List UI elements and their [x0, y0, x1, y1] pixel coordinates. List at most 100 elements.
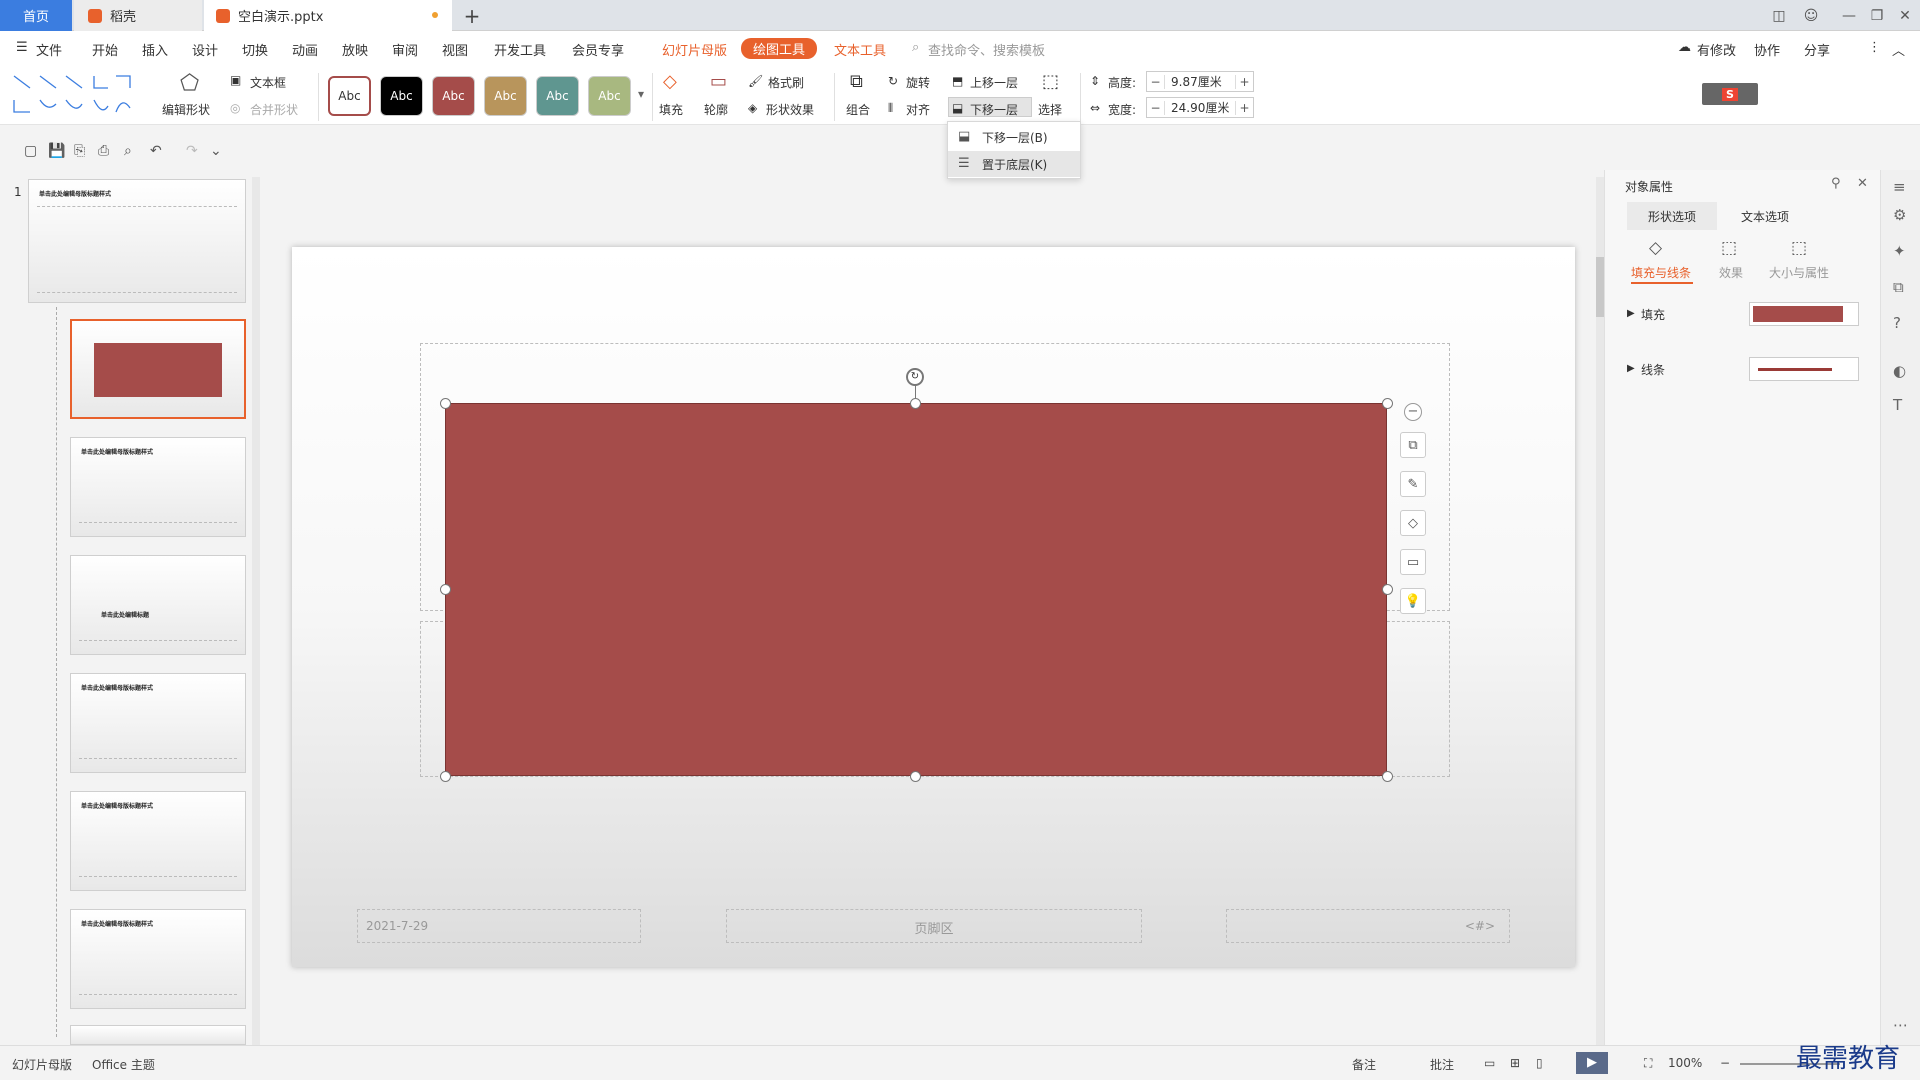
- undo-icon[interactable]: ↶: [150, 143, 162, 159]
- resize-handle[interactable]: [440, 398, 451, 409]
- new-tab-button[interactable]: +: [460, 0, 484, 31]
- reading-view-icon[interactable]: ▯: [1536, 1056, 1543, 1070]
- resize-handle[interactable]: [910, 771, 921, 782]
- layout-thumbnail[interactable]: 单击此处编辑母版标题样式: [70, 437, 246, 537]
- fill-color-picker[interactable]: [1749, 302, 1859, 326]
- canvas-scrollbar[interactable]: [1596, 177, 1604, 1045]
- menu-item-send-backward[interactable]: ⬓ 下移一层(B): [948, 124, 1080, 150]
- resize-handle[interactable]: [1382, 771, 1393, 782]
- select-button[interactable]: 选择: [1038, 101, 1062, 118]
- menu-file[interactable]: 文件: [36, 40, 62, 59]
- layout-thumbnail[interactable]: [70, 1025, 246, 1045]
- help-icon[interactable]: ?: [1893, 314, 1901, 332]
- menu-member[interactable]: 会员专享: [572, 40, 624, 59]
- has-changes-button[interactable]: 有修改: [1697, 40, 1736, 59]
- customize-qat-icon[interactable]: ⌄: [210, 143, 222, 159]
- layout-thumbnail[interactable]: 单击此处编辑标题: [70, 555, 246, 655]
- layout-thumbnail[interactable]: 单击此处编辑母版标题样式: [70, 909, 246, 1009]
- menu-insert[interactable]: 插入: [142, 40, 168, 59]
- tab-daoke[interactable]: 稻壳: [74, 0, 202, 31]
- tab-shape-options[interactable]: 形状选项: [1627, 202, 1717, 230]
- restore-button[interactable]: ❐: [1862, 0, 1892, 31]
- shape-style-teal[interactable]: Abc: [536, 76, 579, 116]
- menu-review[interactable]: 审阅: [392, 40, 418, 59]
- width-decrement-button[interactable]: −: [1147, 100, 1165, 115]
- zoom-level[interactable]: 100%: [1668, 1056, 1702, 1070]
- text-tool-icon[interactable]: T: [1893, 396, 1902, 414]
- avatar[interactable]: ☺: [1796, 0, 1826, 31]
- subtab-effect[interactable]: 效果: [1719, 264, 1743, 281]
- textbox-button[interactable]: 文本框: [250, 74, 286, 91]
- outline-tool-icon[interactable]: ▭: [1400, 549, 1426, 575]
- menu-start[interactable]: 开始: [92, 40, 118, 59]
- resize-handle[interactable]: [1382, 584, 1393, 595]
- menu-design[interactable]: 设计: [192, 40, 218, 59]
- copy-icon[interactable]: ⧉: [1893, 278, 1904, 296]
- scroll-thumb[interactable]: [1596, 257, 1604, 317]
- menu-view[interactable]: 视图: [442, 40, 468, 59]
- shape-style-olive[interactable]: Abc: [588, 76, 631, 116]
- footer-center[interactable]: 页脚区: [726, 909, 1142, 943]
- tab-home[interactable]: 首页: [0, 0, 72, 31]
- line-shapes-gallery[interactable]: [10, 72, 148, 120]
- group-button[interactable]: 组合: [846, 101, 870, 118]
- height-stepper[interactable]: −9.87厘米 +: [1146, 71, 1254, 92]
- menu-lines-icon[interactable]: ≡: [1893, 178, 1906, 196]
- rotate-button[interactable]: 旋转: [906, 74, 930, 91]
- footer-date[interactable]: 2021-7-29: [357, 909, 641, 943]
- pin-tool-icon[interactable]: ✦: [1893, 242, 1906, 260]
- line-expand-icon[interactable]: ▶: [1627, 363, 1635, 374]
- menu-animation[interactable]: 动画: [292, 40, 318, 59]
- new-file-icon[interactable]: ▢: [24, 143, 37, 159]
- edit-shape-button[interactable]: 编辑形状: [162, 101, 210, 118]
- share-button[interactable]: 分享: [1804, 40, 1830, 59]
- height-decrement-button[interactable]: −: [1147, 74, 1165, 89]
- close-window-button[interactable]: ✕: [1890, 0, 1920, 31]
- idea-tool-icon[interactable]: 💡: [1400, 588, 1426, 614]
- layout-thumbnail[interactable]: 单击此处编辑母版标题样式: [70, 791, 246, 891]
- fit-window-icon[interactable]: ⛶: [1644, 1056, 1652, 1071]
- line-style-picker[interactable]: [1749, 357, 1859, 381]
- fill-button[interactable]: 填充: [659, 101, 683, 118]
- play-slideshow-button[interactable]: ▶: [1576, 1052, 1608, 1074]
- footer-slide-number[interactable]: <#>: [1226, 909, 1510, 943]
- more-icon[interactable]: ⋮: [1868, 40, 1881, 55]
- zoom-out-icon[interactable]: −: [1720, 1056, 1730, 1070]
- height-value[interactable]: 9.87厘米: [1165, 73, 1235, 90]
- print-icon[interactable]: ⎙: [98, 143, 109, 159]
- width-stepper[interactable]: −24.90厘米 +: [1146, 97, 1254, 118]
- print-preview-icon[interactable]: ⌕: [124, 143, 132, 159]
- menu-draw-tools[interactable]: 绘图工具: [741, 38, 818, 59]
- close-panel-icon[interactable]: ✕: [1857, 176, 1868, 191]
- subtab-fill-line[interactable]: 填充与线条: [1631, 264, 1691, 281]
- slide-canvas[interactable]: ↻ − ⧉ ✎ ◇ ▭ 💡 2021-7-29 页脚区 <#>: [292, 247, 1575, 967]
- shape-style-black[interactable]: Abc: [380, 76, 423, 116]
- notes-button[interactable]: 备注: [1352, 1056, 1376, 1073]
- menu-item-send-to-back[interactable]: ☰ 置于底层(K): [948, 151, 1080, 177]
- menu-text-tools[interactable]: 文本工具: [834, 40, 886, 59]
- export-icon[interactable]: ⎘: [74, 143, 85, 159]
- pin-icon[interactable]: ⚲: [1831, 176, 1841, 191]
- resize-handle[interactable]: [440, 771, 451, 782]
- palette-icon[interactable]: ◐: [1893, 362, 1906, 380]
- menu-icon[interactable]: ☰: [16, 40, 28, 55]
- menu-slideshow[interactable]: 放映: [342, 40, 368, 59]
- collapse-ribbon-icon[interactable]: ︿: [1892, 40, 1905, 59]
- width-value[interactable]: 24.90厘米: [1165, 99, 1235, 116]
- comment-button[interactable]: 批注: [1430, 1056, 1454, 1073]
- menu-transition[interactable]: 切换: [242, 40, 268, 59]
- selected-rectangle[interactable]: [445, 403, 1387, 776]
- tab-document[interactable]: 空白演示.pptx: [204, 0, 452, 31]
- format-painter-button[interactable]: 格式刷: [768, 74, 804, 91]
- redo-icon[interactable]: ↷: [186, 143, 198, 159]
- send-backward-button[interactable]: 下移一层: [970, 101, 1018, 118]
- save-icon[interactable]: 💾: [48, 143, 65, 159]
- subtab-size-properties[interactable]: 大小与属性: [1769, 264, 1829, 281]
- panel-title[interactable]: 对象属性: [1625, 178, 1673, 195]
- merge-shape-button[interactable]: 合并形状: [250, 101, 298, 118]
- style-gallery-more-icon[interactable]: ▾: [638, 87, 644, 101]
- tab-text-options[interactable]: 文本选项: [1741, 208, 1789, 225]
- bring-forward-button[interactable]: 上移一层: [970, 74, 1018, 91]
- menu-slide-master[interactable]: 幻灯片母版: [662, 40, 727, 59]
- layout-icon[interactable]: ◫: [1764, 0, 1794, 31]
